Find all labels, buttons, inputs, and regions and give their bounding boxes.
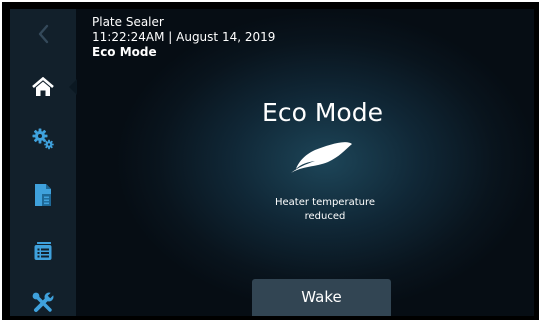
wake-button[interactable]: Wake bbox=[252, 279, 391, 316]
active-indicator bbox=[69, 79, 77, 95]
page-title: Eco Mode bbox=[262, 98, 383, 127]
device-frame: Plate Sealer 11:22:24AM | August 14, 201… bbox=[2, 2, 539, 320]
sidebar-item-tools[interactable] bbox=[10, 281, 76, 316]
datetime: 11:22:24AM | August 14, 2019 bbox=[92, 30, 276, 44]
back-button[interactable] bbox=[10, 12, 76, 56]
log-list-icon bbox=[34, 242, 52, 260]
device-name: Plate Sealer bbox=[92, 15, 164, 29]
tools-icon bbox=[32, 292, 54, 312]
back-chevron-icon bbox=[38, 24, 49, 44]
sidebar-item-home[interactable] bbox=[10, 65, 77, 109]
header: Plate Sealer 11:22:24AM | August 14, 201… bbox=[92, 15, 275, 60]
sidebar bbox=[10, 9, 77, 316]
leaf-icon bbox=[291, 142, 352, 173]
status-message-line1: Heater temperature bbox=[274, 197, 376, 208]
home-icon bbox=[32, 77, 54, 96]
sidebar-item-settings[interactable] bbox=[10, 117, 76, 161]
sidebar-item-protocols[interactable] bbox=[10, 173, 76, 217]
protocol-document-icon bbox=[35, 184, 51, 206]
sidebar-item-logs[interactable] bbox=[10, 229, 76, 273]
status-message: Heater temperature reduced bbox=[245, 196, 405, 224]
touch-screen: Plate Sealer 11:22:24AM | August 14, 201… bbox=[10, 9, 534, 316]
mode-label: Eco Mode bbox=[92, 45, 157, 59]
settings-gears-icon bbox=[32, 128, 54, 150]
status-message-line2: reduced bbox=[304, 211, 346, 222]
